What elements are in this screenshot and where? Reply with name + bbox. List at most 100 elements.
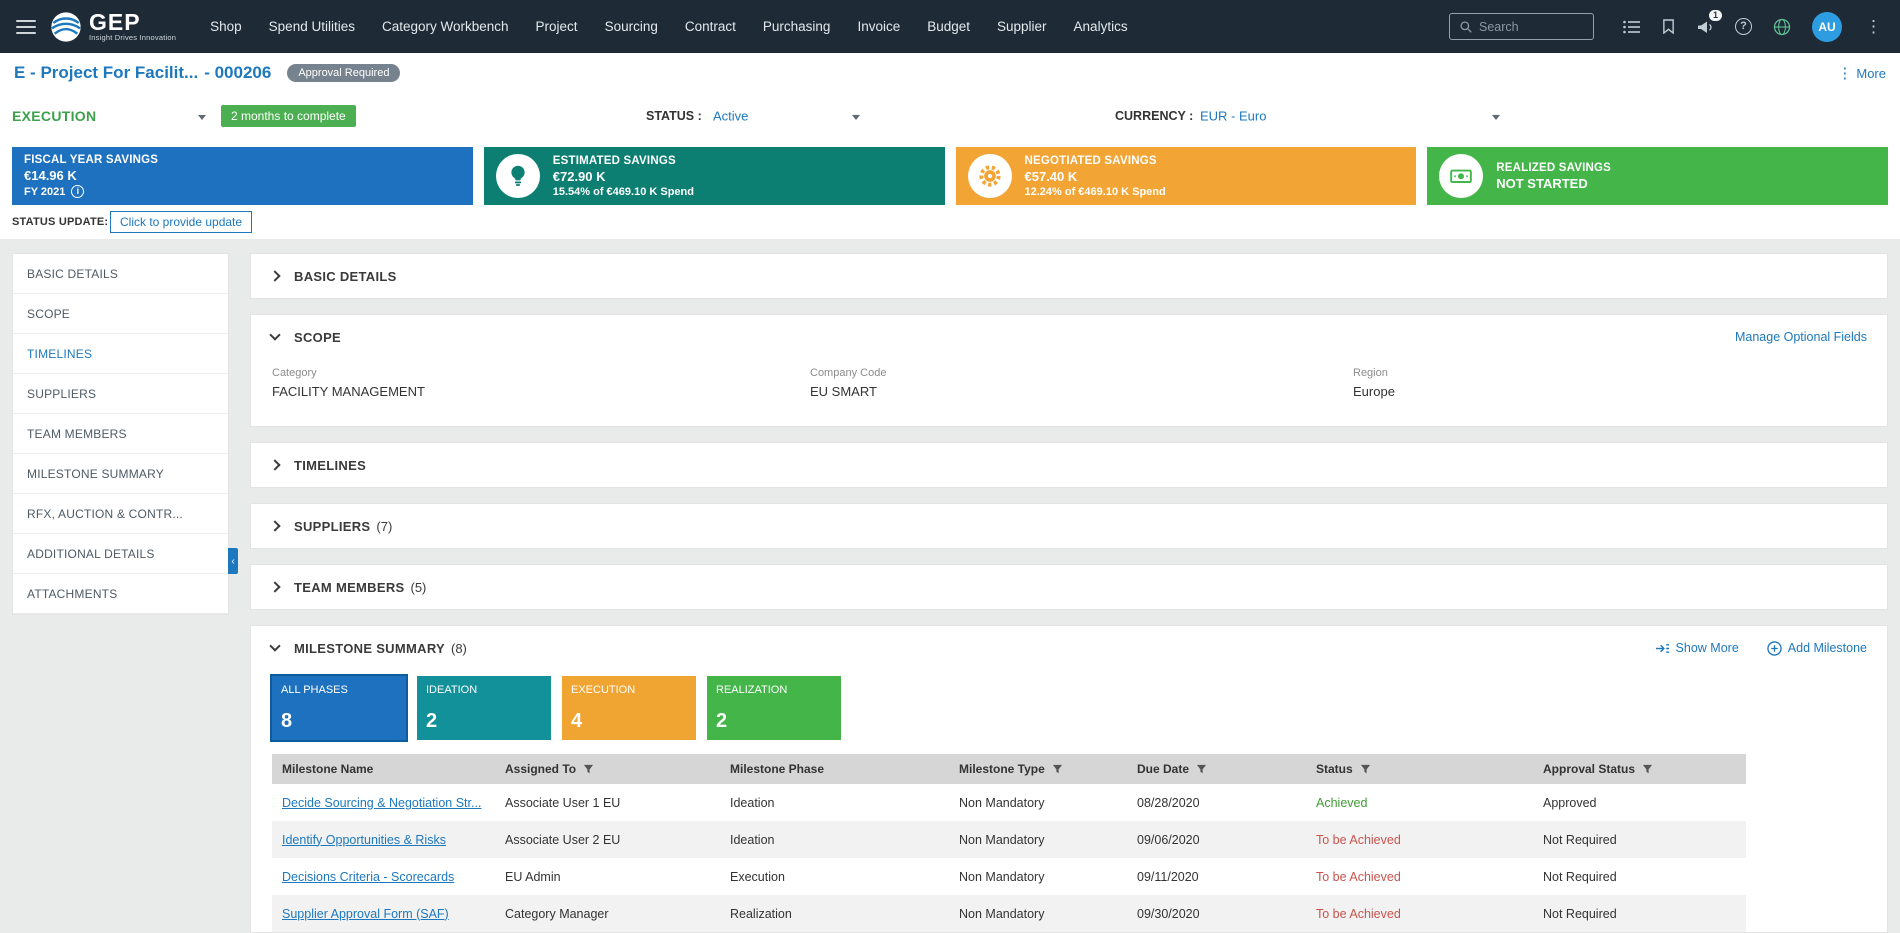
nav-item-contract[interactable]: Contract: [685, 19, 736, 34]
sidebar-item-rfx-auction-contract[interactable]: RFX, AUCTION & CONTR...: [13, 494, 228, 534]
nav-item-analytics[interactable]: Analytics: [1074, 19, 1128, 34]
gep-logo[interactable]: GEP Insight Drives Innovation: [50, 11, 176, 43]
show-more-button[interactable]: Show More: [1655, 641, 1739, 655]
chevron-down-icon: [269, 640, 281, 652]
milestone-link[interactable]: Decide Sourcing & Negotiation Str...: [282, 796, 481, 810]
chevron-down-icon: [269, 329, 281, 341]
sidebar-item-attachments[interactable]: ATTACHMENTS: [13, 574, 228, 614]
cell-milestone-phase: Ideation: [730, 832, 775, 847]
more-button[interactable]: ⋮ More: [1837, 64, 1886, 82]
section-scope-header[interactable]: SCOPE Manage Optional Fields: [251, 315, 1887, 359]
cell-status: To be Achieved: [1316, 906, 1401, 921]
kpi-title: FISCAL YEAR SAVINGS: [24, 154, 159, 166]
status-update-button[interactable]: Click to provide update: [110, 211, 253, 233]
sidebar-collapse-handle[interactable]: ‹: [228, 548, 238, 574]
search-input[interactable]: [1479, 19, 1584, 34]
nav-item-shop[interactable]: Shop: [210, 19, 242, 34]
phase-card-execution[interactable]: EXECUTION 4: [562, 676, 696, 740]
sidebar-item-basic-details[interactable]: BASIC DETAILS: [13, 254, 228, 294]
field-value: EU SMART: [810, 384, 877, 399]
filter-icon[interactable]: [1052, 764, 1063, 775]
help-icon[interactable]: ?: [1735, 18, 1752, 35]
info-icon[interactable]: i: [71, 185, 85, 198]
column-due-date[interactable]: Due Date: [1127, 762, 1306, 776]
cell-approval-status: Not Required: [1543, 869, 1617, 884]
field-value: Europe: [1353, 384, 1395, 399]
kebab-menu-icon[interactable]: ⋮: [1863, 17, 1884, 37]
add-milestone-button[interactable]: Add Milestone: [1767, 640, 1867, 656]
phase-card-ideation[interactable]: IDEATION 2: [417, 676, 551, 740]
nav-item-sourcing[interactable]: Sourcing: [605, 19, 658, 34]
milestone-link[interactable]: Supplier Approval Form (SAF): [282, 907, 449, 921]
search-box[interactable]: [1449, 13, 1594, 40]
column-milestone-name[interactable]: Milestone Name: [272, 762, 495, 776]
nav-item-invoice[interactable]: Invoice: [857, 19, 900, 34]
brand-tagline: Insight Drives Innovation: [89, 33, 177, 42]
top-navbar: GEP Insight Drives Innovation Shop Spend…: [0, 0, 1900, 53]
field-label: Region: [1353, 367, 1388, 379]
main-content: BASIC DETAILS SCOPE Manage Optional Fiel…: [250, 253, 1888, 933]
nav-item-budget[interactable]: Budget: [927, 19, 970, 34]
project-number: - 000206: [204, 63, 272, 82]
sidebar-item-suppliers[interactable]: SUPPLIERS: [13, 374, 228, 414]
announcement-icon[interactable]: 1: [1696, 9, 1722, 35]
cell-assigned-to: Associate User 2 EU: [505, 832, 621, 847]
main-nav: Shop Spend Utilities Category Workbench …: [210, 19, 1127, 34]
status-dropdown[interactable]: Active: [713, 109, 748, 124]
list-icon[interactable]: [1623, 20, 1641, 34]
nav-item-purchasing[interactable]: Purchasing: [763, 19, 831, 34]
milestone-link[interactable]: Identify Opportunities & Risks: [282, 833, 446, 847]
section-suppliers: SUPPLIERS (7): [250, 503, 1888, 549]
more-dots-icon: ⋮: [1837, 65, 1853, 82]
kpi-estimated-savings: ESTIMATED SAVINGS €72.90 K 15.54% of €46…: [483, 147, 945, 205]
section-milestone-summary-header[interactable]: MILESTONE SUMMARY (8) Show More Add Mile…: [251, 626, 1887, 670]
sidebar-item-milestone-summary[interactable]: MILESTONE SUMMARY: [13, 454, 228, 494]
column-milestone-phase[interactable]: Milestone Phase: [720, 762, 949, 776]
bookmark-icon[interactable]: [1662, 19, 1675, 34]
status-update-row: STATUS UPDATE: Click to provide update: [0, 205, 1900, 239]
section-count: (8): [451, 640, 467, 656]
section-timelines: TIMELINES: [250, 442, 1888, 488]
hamburger-icon[interactable]: [16, 19, 36, 34]
cell-assigned-to: Category Manager: [505, 906, 609, 921]
field-company-code: Company Code EU SMART: [810, 367, 886, 399]
sidebar-item-additional-details[interactable]: ADDITIONAL DETAILS: [13, 534, 228, 574]
phase-card-all-phases[interactable]: ALL PHASES 8: [270, 674, 408, 742]
column-milestone-type[interactable]: Milestone Type: [949, 762, 1127, 776]
page-title: E - Project For Facilit...: [14, 63, 199, 82]
column-status[interactable]: Status: [1306, 762, 1533, 776]
phase-card-realization[interactable]: REALIZATION 2: [707, 676, 841, 740]
kpi-realized-savings: REALIZED SAVINGS NOT STARTED: [1427, 147, 1888, 205]
manage-optional-fields-link[interactable]: Manage Optional Fields: [1735, 330, 1867, 344]
filter-icon[interactable]: [583, 764, 594, 775]
filter-icon[interactable]: [1196, 764, 1207, 775]
kpi-fiscal-year-savings: FISCAL YEAR SAVINGS €14.96 K FY 2021 i: [12, 147, 473, 205]
table-row: Decide Sourcing & Negotiation Str... Ass…: [272, 784, 1746, 821]
milestone-link[interactable]: Decisions Criteria - Scorecards: [282, 870, 454, 884]
cell-milestone-type: Non Mandatory: [959, 795, 1045, 810]
section-timelines-header[interactable]: TIMELINES: [251, 443, 1887, 487]
globe-icon[interactable]: [1773, 18, 1791, 36]
phase-dropdown[interactable]: EXECUTION: [12, 108, 96, 124]
sidebar-item-team-members[interactable]: TEAM MEMBERS: [13, 414, 228, 454]
nav-item-spend-utilities[interactable]: Spend Utilities: [269, 19, 355, 34]
section-suppliers-header[interactable]: SUPPLIERS (7): [251, 504, 1887, 548]
avatar[interactable]: AU: [1812, 11, 1842, 42]
sidebar-item-scope[interactable]: SCOPE: [13, 294, 228, 334]
sidebar-item-timelines[interactable]: TIMELINES: [13, 334, 228, 374]
section-team-members-header[interactable]: TEAM MEMBERS (5): [251, 565, 1887, 609]
add-icon: [1767, 640, 1782, 656]
currency-dropdown[interactable]: EUR - Euro: [1200, 109, 1266, 124]
field-region: Region Europe: [1353, 367, 1395, 399]
column-approval-status[interactable]: Approval Status: [1533, 762, 1746, 776]
nav-item-project[interactable]: Project: [536, 19, 578, 34]
filter-icon[interactable]: [1360, 764, 1371, 775]
column-assigned-to[interactable]: Assigned To: [495, 762, 720, 776]
gep-logo-icon: [51, 11, 81, 42]
section-basic-details-header[interactable]: BASIC DETAILS: [251, 254, 1887, 298]
cell-due-date: 08/28/2020: [1137, 795, 1200, 810]
cell-milestone-type: Non Mandatory: [959, 869, 1045, 884]
nav-item-supplier[interactable]: Supplier: [997, 19, 1047, 34]
filter-icon[interactable]: [1642, 764, 1653, 775]
nav-item-category-workbench[interactable]: Category Workbench: [382, 19, 509, 34]
